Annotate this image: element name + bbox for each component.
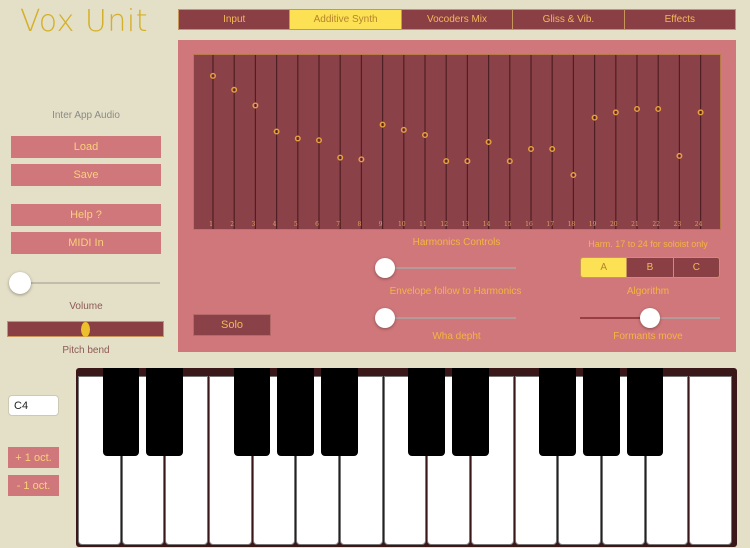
pitch-bend-slider[interactable] <box>7 321 164 337</box>
save-button[interactable]: Save <box>11 164 161 186</box>
algorithm-option-a[interactable]: A <box>581 258 628 277</box>
algorithm-label: Algorithm <box>626 286 670 297</box>
harmonic-label-16: 16 <box>525 221 533 228</box>
help-button[interactable]: Help ? <box>11 204 161 226</box>
pitch-bend-label: Pitch bend <box>62 345 110 356</box>
black-key[interactable] <box>146 368 184 456</box>
black-key[interactable] <box>583 368 620 456</box>
harmonic-label-24: 24 <box>695 221 703 228</box>
midi-in-button[interactable]: MIDI In <box>11 232 161 254</box>
note-field[interactable]: C4 <box>8 395 59 416</box>
volume-slider-thumb[interactable] <box>9 272 31 294</box>
harmonic-label-22: 22 <box>652 221 660 228</box>
algorithm-option-c[interactable]: C <box>674 258 719 277</box>
formants-move-label: Formants move <box>613 331 683 342</box>
black-key[interactable] <box>321 368 358 456</box>
harmonics-controls-slider[interactable] <box>375 258 516 278</box>
wha-depth-thumb[interactable] <box>375 308 395 328</box>
harmonic-label-21: 21 <box>631 221 639 228</box>
harmonic-label-18: 18 <box>568 221 576 228</box>
harmonic-label-4: 4 <box>273 221 277 228</box>
wha-depth-label: Wha depht <box>432 331 481 342</box>
solo-button[interactable]: Solo <box>193 314 271 336</box>
octave-down-button[interactable]: - 1 oct. <box>8 475 59 496</box>
volume-label: Volume <box>69 301 103 312</box>
harmonic-label-7: 7 <box>336 221 340 228</box>
tab-gliss-vib[interactable]: Gliss & Vib. <box>513 10 625 29</box>
additive-synth-panel: 1 2 3 4 5 6 7 8 9 10 11 12 13 14 15 16 17 18 19 20 21 22 23 24 … <box>178 40 736 352</box>
white-key[interactable] <box>689 376 732 545</box>
black-key[interactable] <box>539 368 577 456</box>
app-title: Vox Unit <box>20 4 148 39</box>
tab-additive-synth[interactable]: Additive Synth <box>290 10 402 29</box>
envelope-follow-label: Envelope follow to Harmonics <box>389 286 522 297</box>
black-key[interactable] <box>408 368 446 456</box>
harmonic-label-10: 10 <box>398 221 406 228</box>
tab-input[interactable]: Input <box>179 10 291 29</box>
harmonics-controls-label: Harmonics Controls <box>412 237 501 248</box>
load-button[interactable]: Load <box>11 136 161 158</box>
volume-slider[interactable] <box>9 272 160 294</box>
formants-move-slider[interactable] <box>580 308 720 328</box>
harmonic-label-9: 9 <box>379 221 383 228</box>
harmonic-label-14: 14 <box>483 221 491 228</box>
black-key[interactable] <box>102 368 140 456</box>
harmonics-editor[interactable]: 1 2 3 4 5 6 7 8 9 10 11 12 13 14 15 16 17 18 19 20 21 22 23 24 <box>193 54 721 230</box>
harmonics-controls-thumb[interactable] <box>375 258 395 278</box>
harmonics-plot[interactable]: 1 2 3 4 5 6 7 8 9 10 11 12 13 14 15 16 17 18 19 20 21 22 23 24 <box>194 55 720 229</box>
harmonic-label-2: 2 <box>230 221 234 228</box>
harmonic-label-5: 5 <box>294 221 298 228</box>
black-key[interactable] <box>626 368 664 456</box>
harmonic-label-23: 23 <box>674 221 682 228</box>
piano-keyboard <box>76 368 737 547</box>
wha-depth-slider[interactable] <box>375 308 516 328</box>
black-key[interactable] <box>277 368 315 456</box>
algorithm-selector: A B C <box>580 257 720 278</box>
harmonic-label-15: 15 <box>504 221 512 228</box>
formants-move-thumb[interactable] <box>640 308 660 328</box>
harmonic-label-8: 8 <box>357 221 361 228</box>
tab-vocoders-mix[interactable]: Vocoders Mix <box>402 10 514 29</box>
soloist-note: Harm. 17 to 24 for soloist only <box>588 239 708 249</box>
tab-bar: Input Additive Synth Vocoders Mix Gliss … <box>178 9 736 30</box>
inter-app-audio-label: Inter App Audio <box>52 110 120 121</box>
pitch-bend-thumb[interactable] <box>81 322 90 337</box>
harmonic-label-6: 6 <box>315 221 319 228</box>
octave-up-button[interactable]: + 1 oct. <box>8 447 59 468</box>
tab-effects[interactable]: Effects <box>625 10 735 29</box>
harmonic-label-19: 19 <box>589 221 597 228</box>
harmonic-label-12: 12 <box>440 221 448 228</box>
harmonic-label-13: 13 <box>462 221 470 228</box>
harmonic-label-11: 11 <box>419 221 427 228</box>
harmonic-label-3: 3 <box>251 221 255 228</box>
algorithm-option-b[interactable]: B <box>627 258 674 277</box>
black-key[interactable] <box>452 368 489 456</box>
harmonic-label-20: 20 <box>610 221 618 228</box>
black-key[interactable] <box>233 368 271 456</box>
harmonic-label-1: 1 <box>209 221 213 228</box>
harmonic-label-17: 17 <box>546 221 554 228</box>
